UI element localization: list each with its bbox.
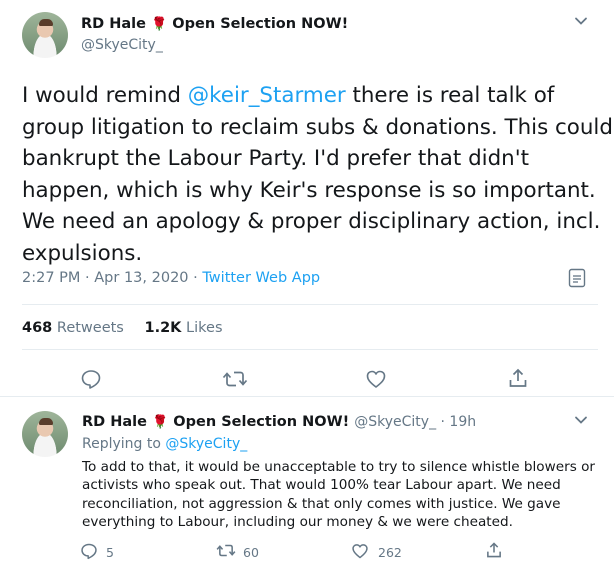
- retweets-count: 468: [22, 320, 53, 336]
- author-name[interactable]: RD Hale 🌹 Open Selection NOW!: [81, 16, 348, 32]
- tweet-line: I would remind @keir_Starmer there is re…: [22, 80, 602, 112]
- tweet-line: We need an apology & proper disciplinary…: [22, 209, 601, 235]
- like-count: 262: [378, 545, 402, 560]
- retweets-stat[interactable]: 468 Retweets: [22, 320, 124, 336]
- retweet-icon[interactable]: [216, 542, 236, 559]
- reply-line: everything to Labour, including our mone…: [82, 513, 513, 530]
- likes-label: Likes: [186, 320, 223, 336]
- analytics-icon[interactable]: [568, 268, 586, 288]
- retweet-count: 60: [243, 545, 259, 560]
- tweet-line-text: there is real talk of: [345, 83, 555, 108]
- likes-stat[interactable]: 1.2K Likes: [144, 320, 222, 336]
- avatar[interactable]: [22, 411, 68, 457]
- reply-author-name-text: RD Hale: [82, 414, 147, 430]
- rose-icon: 🌹: [152, 415, 169, 430]
- reply-text: To add to that, it would be unacceptable…: [82, 458, 610, 531]
- replying-to-label: Replying to: [82, 436, 166, 452]
- tweet-line: expulsions.: [22, 240, 143, 266]
- tweet-timestamp[interactable]: 2:27 PM · Apr 13, 2020 ·: [22, 270, 202, 286]
- tweet-meta: 2:27 PM · Apr 13, 2020 · Twitter Web App: [22, 270, 320, 286]
- tweet-line-text: I would remind: [22, 83, 188, 108]
- author-handle[interactable]: @SkyeCity_: [81, 37, 163, 53]
- reply-line: reconciliation, not aggression & that on…: [82, 495, 561, 512]
- like-icon[interactable]: [351, 542, 369, 560]
- divider: [22, 349, 598, 350]
- reply-icon[interactable]: [80, 368, 102, 390]
- reply-tweet[interactable]: RD Hale 🌹 Open Selection NOW! @SkyeCity_…: [0, 397, 614, 566]
- avatar[interactable]: [22, 12, 68, 58]
- reply-count: 5: [106, 545, 114, 560]
- tweet-stats: 468 Retweets 1.2K Likes: [22, 320, 223, 336]
- likes-count: 1.2K: [144, 320, 182, 336]
- replying-to: Replying to @SkyeCity_: [82, 436, 247, 452]
- author-name-text: RD Hale: [81, 16, 146, 32]
- retweets-label: Retweets: [56, 320, 124, 336]
- tweet-source-link[interactable]: Twitter Web App: [202, 270, 320, 286]
- share-icon[interactable]: [507, 367, 529, 389]
- reply-author-name[interactable]: RD Hale 🌹 Open Selection NOW! @SkyeCity_…: [82, 414, 476, 430]
- reply-icon[interactable]: [80, 542, 98, 560]
- tweet-text: I would remind @keir_Starmer there is re…: [22, 80, 613, 270]
- divider: [22, 304, 598, 305]
- rose-icon: 🌹: [151, 17, 168, 32]
- chevron-down-icon[interactable]: [574, 14, 588, 28]
- main-tweet: RD Hale 🌹 Open Selection NOW! @SkyeCity_…: [0, 0, 614, 397]
- reply-line: activists who speak out. That would 100%…: [82, 477, 561, 494]
- reply-author-name-suffix: Open Selection NOW!: [173, 414, 350, 430]
- reply-handle-time[interactable]: @SkyeCity_ · 19h: [354, 414, 476, 430]
- retweet-icon[interactable]: [222, 368, 248, 390]
- tweet-line: group litigation to reclaim subs & donat…: [22, 114, 613, 140]
- share-icon[interactable]: [485, 541, 503, 559]
- like-icon[interactable]: [365, 368, 387, 390]
- chevron-down-icon[interactable]: [574, 413, 588, 427]
- tweet-line: bankrupt the Labour Party. I'd prefer th…: [22, 146, 530, 172]
- replying-to-handle[interactable]: @SkyeCity_: [165, 436, 247, 452]
- author-name-suffix: Open Selection NOW!: [172, 16, 349, 32]
- mention-link[interactable]: @keir_Starmer: [188, 83, 346, 108]
- tweet-line: happen, which is why Keir's response is …: [22, 177, 596, 203]
- reply-line: To add to that, it would be unacceptable…: [82, 459, 596, 475]
